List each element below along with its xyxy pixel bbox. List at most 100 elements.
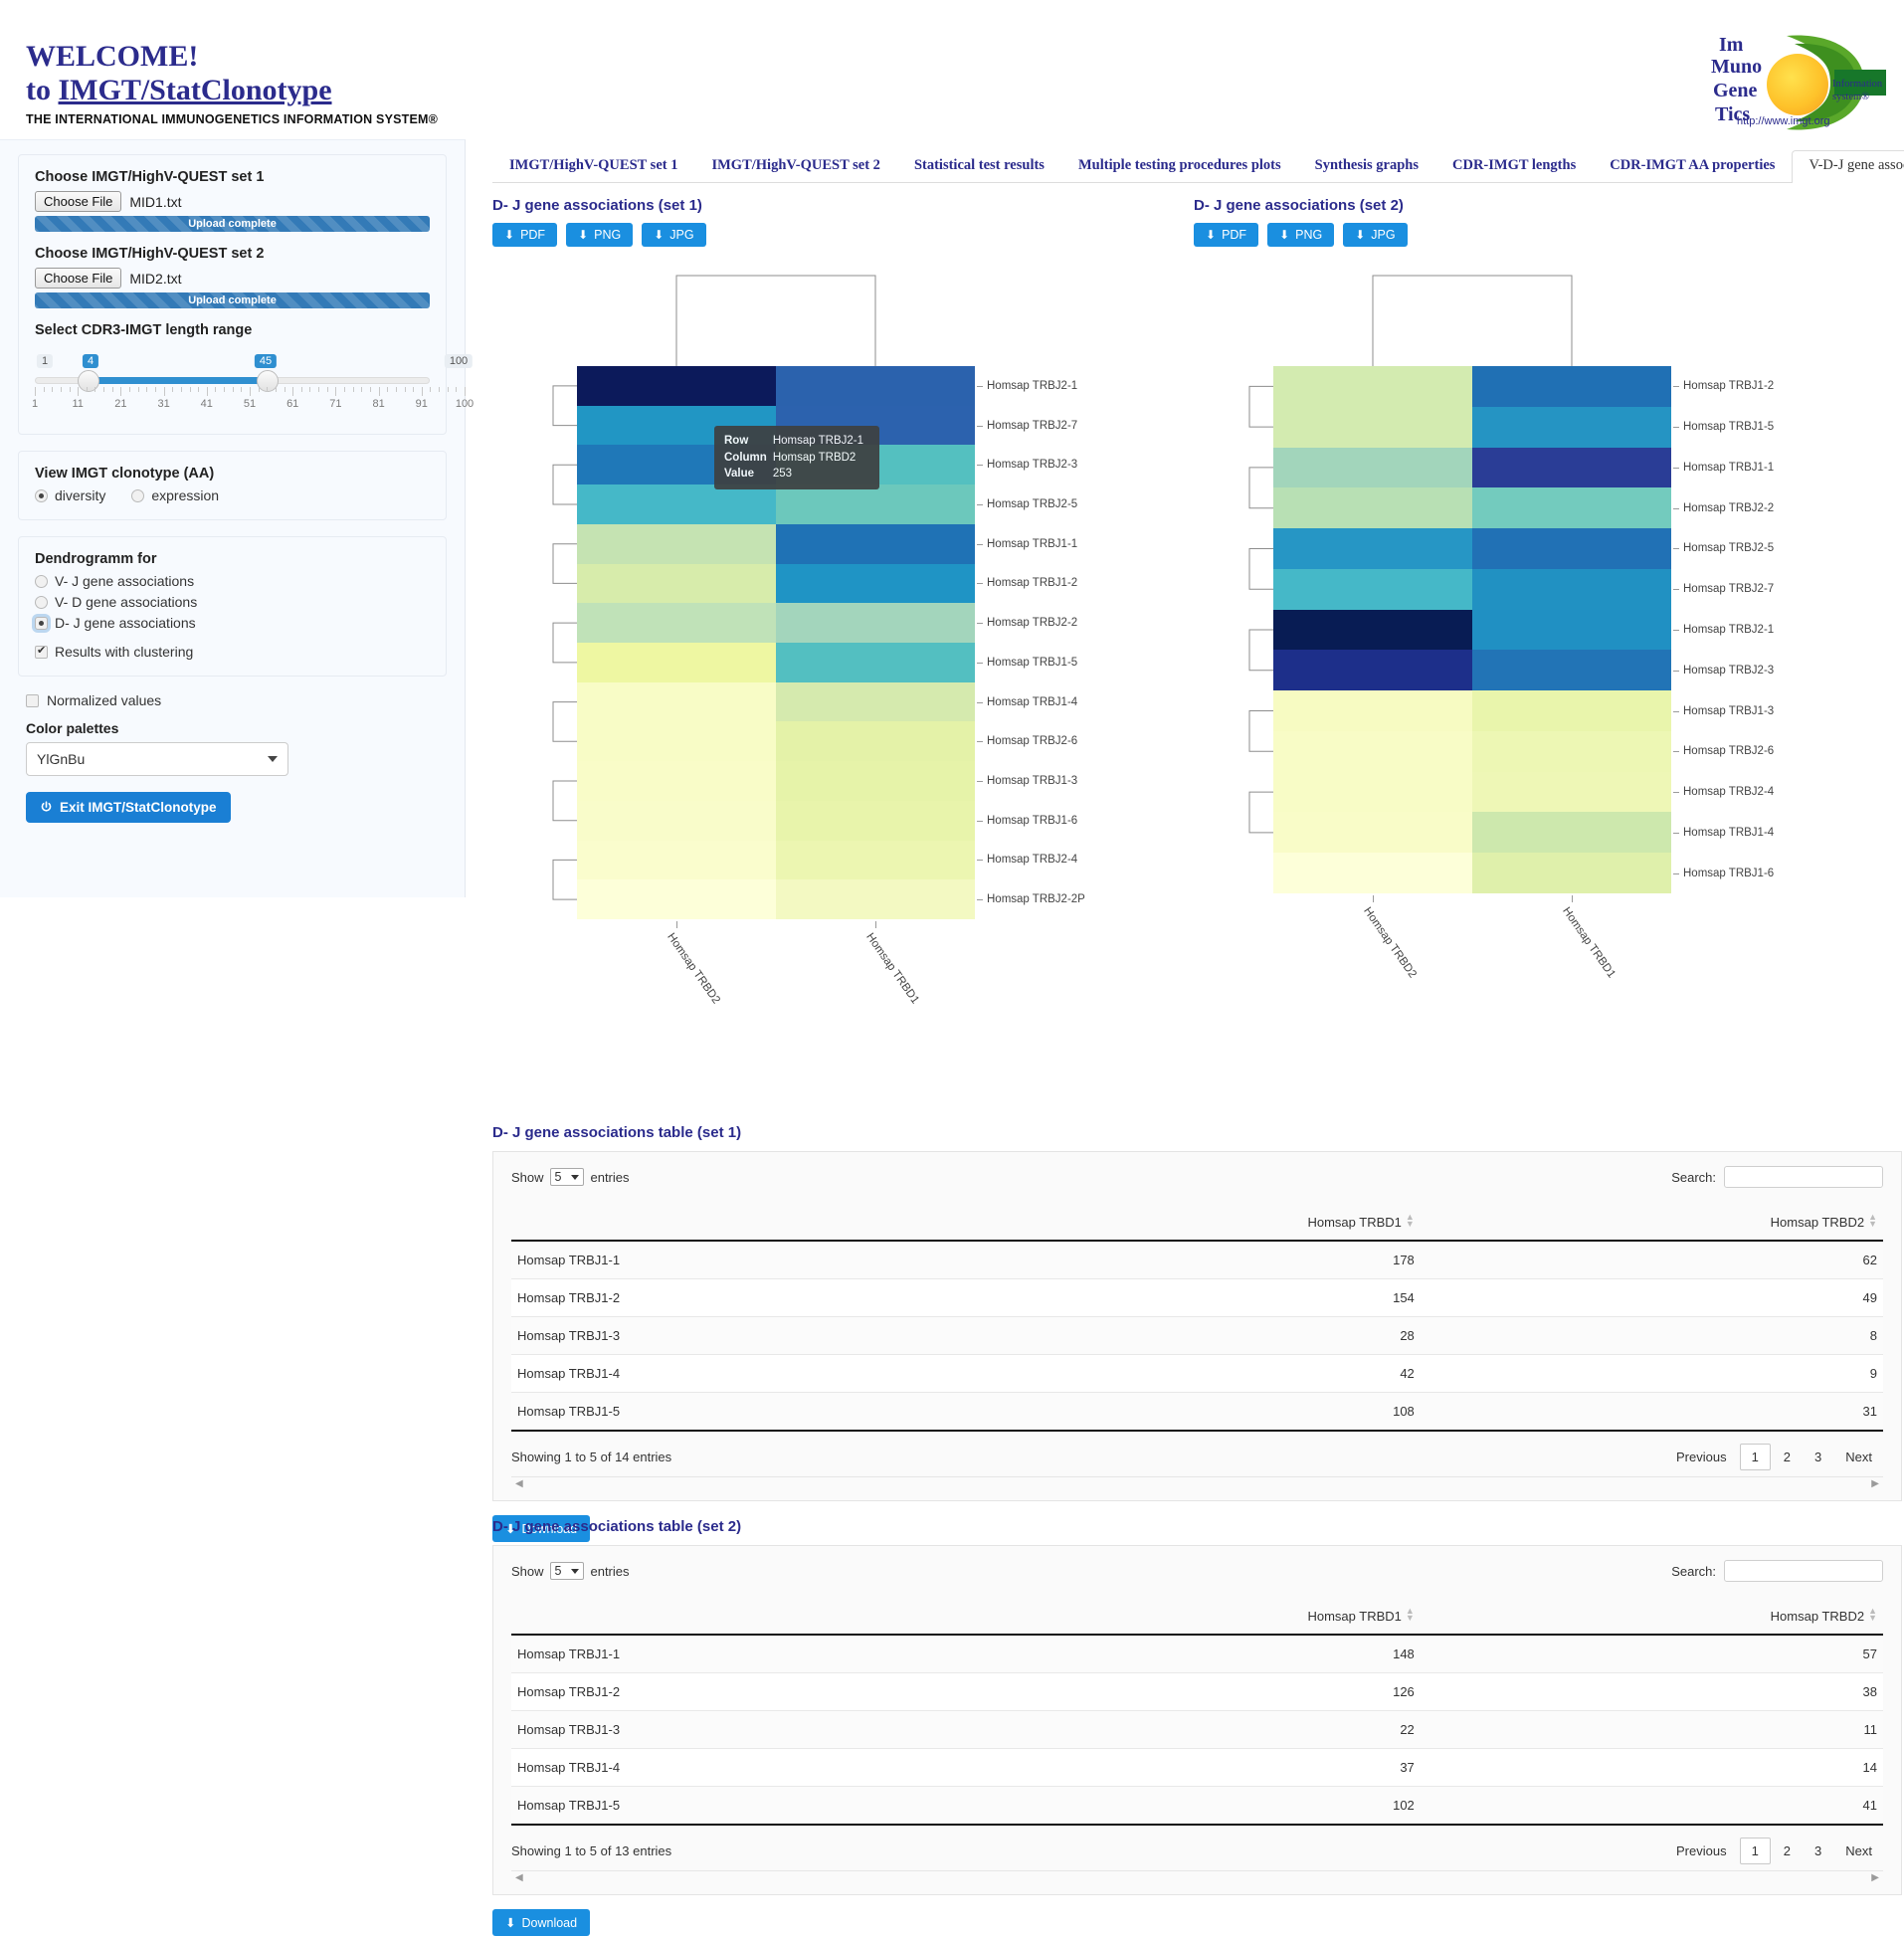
download-pdf-button-set1[interactable]: ⬇ PDF [492,223,558,247]
tab-statistical-test-results[interactable]: Statistical test results [897,150,1061,183]
heatmap-cell[interactable] [776,800,975,841]
download-png-button-set2[interactable]: ⬇ PNG [1267,223,1335,247]
pagination-page-1[interactable]: 1 [1739,1444,1771,1471]
radio-vj-associations[interactable]: V- J gene associations [35,573,430,589]
heatmap-cell[interactable] [776,761,975,801]
tab-imgt-highv-quest-set-2[interactable]: IMGT/HighV-QUEST set 2 [694,150,896,183]
color-palette-select[interactable]: YlGnBu [26,742,288,776]
page-size-select-set1[interactable]: 5 [549,1168,585,1186]
heatmap-cell[interactable] [1472,609,1671,651]
heatmap-cell[interactable] [577,523,776,564]
scroll-left-arrow-icon[interactable]: ◀ [515,1478,523,1489]
scroll-right-arrow-icon[interactable]: ▶ [1871,1478,1879,1489]
heatmap-cell[interactable] [776,681,975,722]
heatmap-cell[interactable] [1273,568,1472,610]
tab-synthesis-graphs[interactable]: Synthesis graphs [1298,150,1435,183]
heatmap-cell[interactable] [1472,366,1671,407]
heatmap-cell[interactable] [1472,771,1671,813]
radio-icon-diversity[interactable] [35,488,48,502]
heatmap-cell[interactable] [1273,487,1472,529]
choose-file-button-set1[interactable]: Choose File [35,191,122,212]
col-header-trbd2-set1[interactable]: Homsap TRBD2 ▲ ▼ [1420,1212,1883,1243]
radio-icon-vj[interactable] [35,574,48,588]
heatmap-cell[interactable] [577,800,776,841]
radio-diversity[interactable]: diversity [35,487,105,503]
heatmap-cell[interactable] [1273,366,1472,407]
horizontal-scrollbar-set1[interactable]: ◀ ▶ [511,1476,1883,1490]
heatmap-cell[interactable] [577,366,776,406]
download-table-button-set2[interactable]: ⬇ Download [492,1909,591,1936]
pagination-previous[interactable]: Previous [1665,1445,1738,1469]
heatmap-cell[interactable] [776,643,975,682]
heatmap-cell[interactable] [1273,853,1472,893]
heatmap-set1[interactable]: Homsap TRBJ2-1 Homsap TRBJ2-7 Homsap TRBJ2… [492,257,1199,1006]
heatmap-cell[interactable] [1273,771,1472,813]
checkbox-icon-clustering[interactable] [35,644,48,659]
radio-icon-expression[interactable] [131,488,145,502]
horizontal-scrollbar-set2[interactable]: ◀ ▶ [511,1870,1883,1884]
choose-file-button-set2[interactable]: Choose File [35,268,122,289]
heatmap-set2[interactable]: Homsap TRBJ1-2 Homsap TRBJ1-5 Homsap TRBJ1… [1194,257,1900,983]
heatmap-cell[interactable] [1273,730,1472,772]
cdr3-length-slider[interactable]: 1 4 45 100 1 11 21 31 41 51 61 71 81 91 100 [32,354,474,418]
heatmap-cell[interactable] [1472,690,1671,731]
heatmap-cell[interactable] [577,484,776,524]
heatmap-cell[interactable] [1273,447,1472,488]
col-header-trbd1-set2[interactable]: Homsap TRBD1 ▲ ▼ [957,1606,1421,1637]
download-pdf-button-set2[interactable]: ⬇ PDF [1194,223,1259,247]
heatmap-cell[interactable] [1273,690,1472,731]
col-header-gene-set2[interactable] [511,1608,958,1637]
heatmap-cell[interactable] [776,603,975,643]
heatmap-cell[interactable] [1472,730,1671,772]
tab-imgt-highv-quest-set-1[interactable]: IMGT/HighV-QUEST set 1 [492,150,694,183]
heatmap-cell[interactable] [776,721,975,762]
heatmap-cell[interactable] [577,879,776,919]
tab-v-d-j-gene-associations[interactable]: V-D-J gene associations [1792,150,1904,183]
download-png-button-set1[interactable]: ⬇ PNG [566,223,634,247]
tab-cdr-imgt-lengths[interactable]: CDR-IMGT lengths [1435,150,1593,183]
scroll-right-arrow-icon[interactable]: ▶ [1871,1872,1879,1883]
heatmap-cell[interactable] [1472,528,1671,569]
heatmap-cell[interactable] [577,603,776,643]
heatmap-cell[interactable] [1472,853,1671,893]
col-header-trbd2-set2[interactable]: Homsap TRBD2 ▲ ▼ [1420,1606,1883,1637]
pagination-previous[interactable]: Previous [1665,1839,1738,1863]
heatmap-cell[interactable] [577,840,776,880]
pagination-page-1[interactable]: 1 [1739,1838,1771,1865]
checkbox-icon-normalized[interactable] [26,693,39,707]
radio-icon-dj[interactable] [35,616,48,630]
heatmap-cell[interactable] [1273,650,1472,691]
heatmap-cell[interactable] [776,366,975,406]
pagination-next[interactable]: Next [1834,1445,1883,1469]
heatmap-cell[interactable] [1273,528,1472,569]
download-jpg-button-set2[interactable]: ⬇ JPG [1343,223,1408,247]
heatmap-cell[interactable] [1273,812,1472,854]
radio-expression[interactable]: expression [131,487,219,503]
pagination-page-3[interactable]: 3 [1804,1445,1832,1469]
heatmap-cell[interactable] [1273,406,1472,448]
heatmap-cell[interactable] [577,681,776,722]
heatmap-cell[interactable] [1472,650,1671,691]
radio-dj-associations[interactable]: D- J gene associations [35,615,430,631]
statclonotype-link[interactable]: IMGT/StatClonotype [59,74,332,106]
checkbox-results-with-clustering[interactable]: Results with clustering [35,644,430,660]
search-input-set1[interactable] [1724,1166,1883,1188]
col-header-trbd1-set1[interactable]: Homsap TRBD1 ▲ ▼ [957,1212,1421,1243]
pagination-next[interactable]: Next [1834,1839,1883,1863]
heatmap-cell[interactable] [577,643,776,682]
col-header-gene-set1[interactable] [511,1214,958,1243]
heatmap-cell[interactable] [577,761,776,801]
heatmap-grid[interactable] [1273,366,1671,893]
pagination-page-3[interactable]: 3 [1804,1839,1832,1863]
heatmap-cell[interactable] [1472,568,1671,610]
tab-cdr-imgt-aa-properties[interactable]: CDR-IMGT AA properties [1593,150,1792,183]
heatmap-cell[interactable] [776,523,975,564]
pagination-page-2[interactable]: 2 [1773,1839,1802,1863]
heatmap-cell[interactable] [776,879,975,919]
imgt-url[interactable]: http://www.imgt.org [1737,115,1830,127]
heatmap-cell[interactable] [776,484,975,524]
page-size-select-set2[interactable]: 5 [549,1562,585,1580]
scroll-left-arrow-icon[interactable]: ◀ [515,1872,523,1883]
exit-button[interactable]: Exit IMGT/StatClonotype [26,792,231,823]
heatmap-cell[interactable] [577,721,776,762]
